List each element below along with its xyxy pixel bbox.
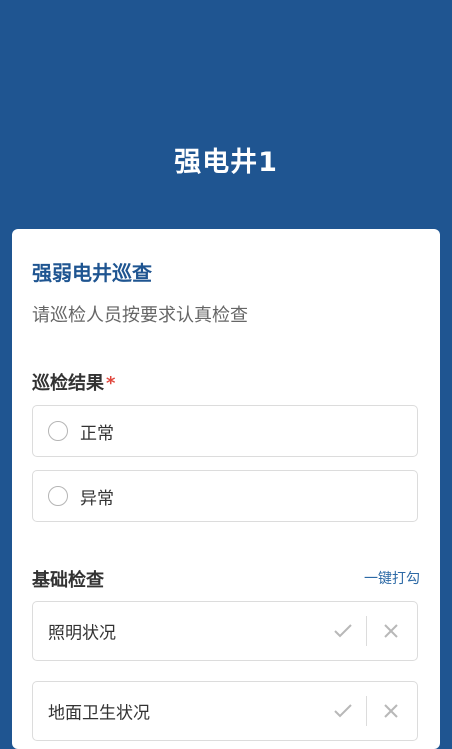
required-mark: * [106,373,116,394]
form-title: 强弱电井巡查 [32,261,152,285]
close-icon[interactable] [377,617,405,645]
check-item-lighting: 照明状况 [32,601,418,661]
one-click-check-all-button[interactable]: 一键打勾 [364,568,420,588]
inspection-result-label: 巡检结果 * [32,369,115,395]
page-header: 强电井1 [0,0,452,230]
radio-option-label: 正常 [80,423,114,444]
form-card: 强弱电井巡查 请巡检人员按要求认真检查 巡检结果 * 正常 异常 基础检查 一键打… [12,229,440,749]
basic-check-label: 基础检查 [32,570,104,591]
inspection-result-label-text: 巡检结果 [32,373,104,394]
check-icon[interactable] [329,697,357,725]
divider [366,616,367,646]
check-item-floor-hygiene: 地面卫生状况 [32,681,418,741]
form-description: 请巡检人员按要求认真检查 [32,305,248,326]
radio-option-label: 异常 [80,488,114,509]
check-item-label: 照明状况 [48,623,116,644]
radio-unchecked-icon [48,486,68,506]
check-icon[interactable] [329,617,357,645]
radio-option-normal[interactable]: 正常 [32,405,418,457]
check-item-label: 地面卫生状况 [48,703,150,724]
radio-option-abnormal[interactable]: 异常 [32,470,418,522]
page-title: 强电井1 [174,147,278,178]
divider [366,696,367,726]
radio-unchecked-icon [48,421,68,441]
close-icon[interactable] [377,697,405,725]
